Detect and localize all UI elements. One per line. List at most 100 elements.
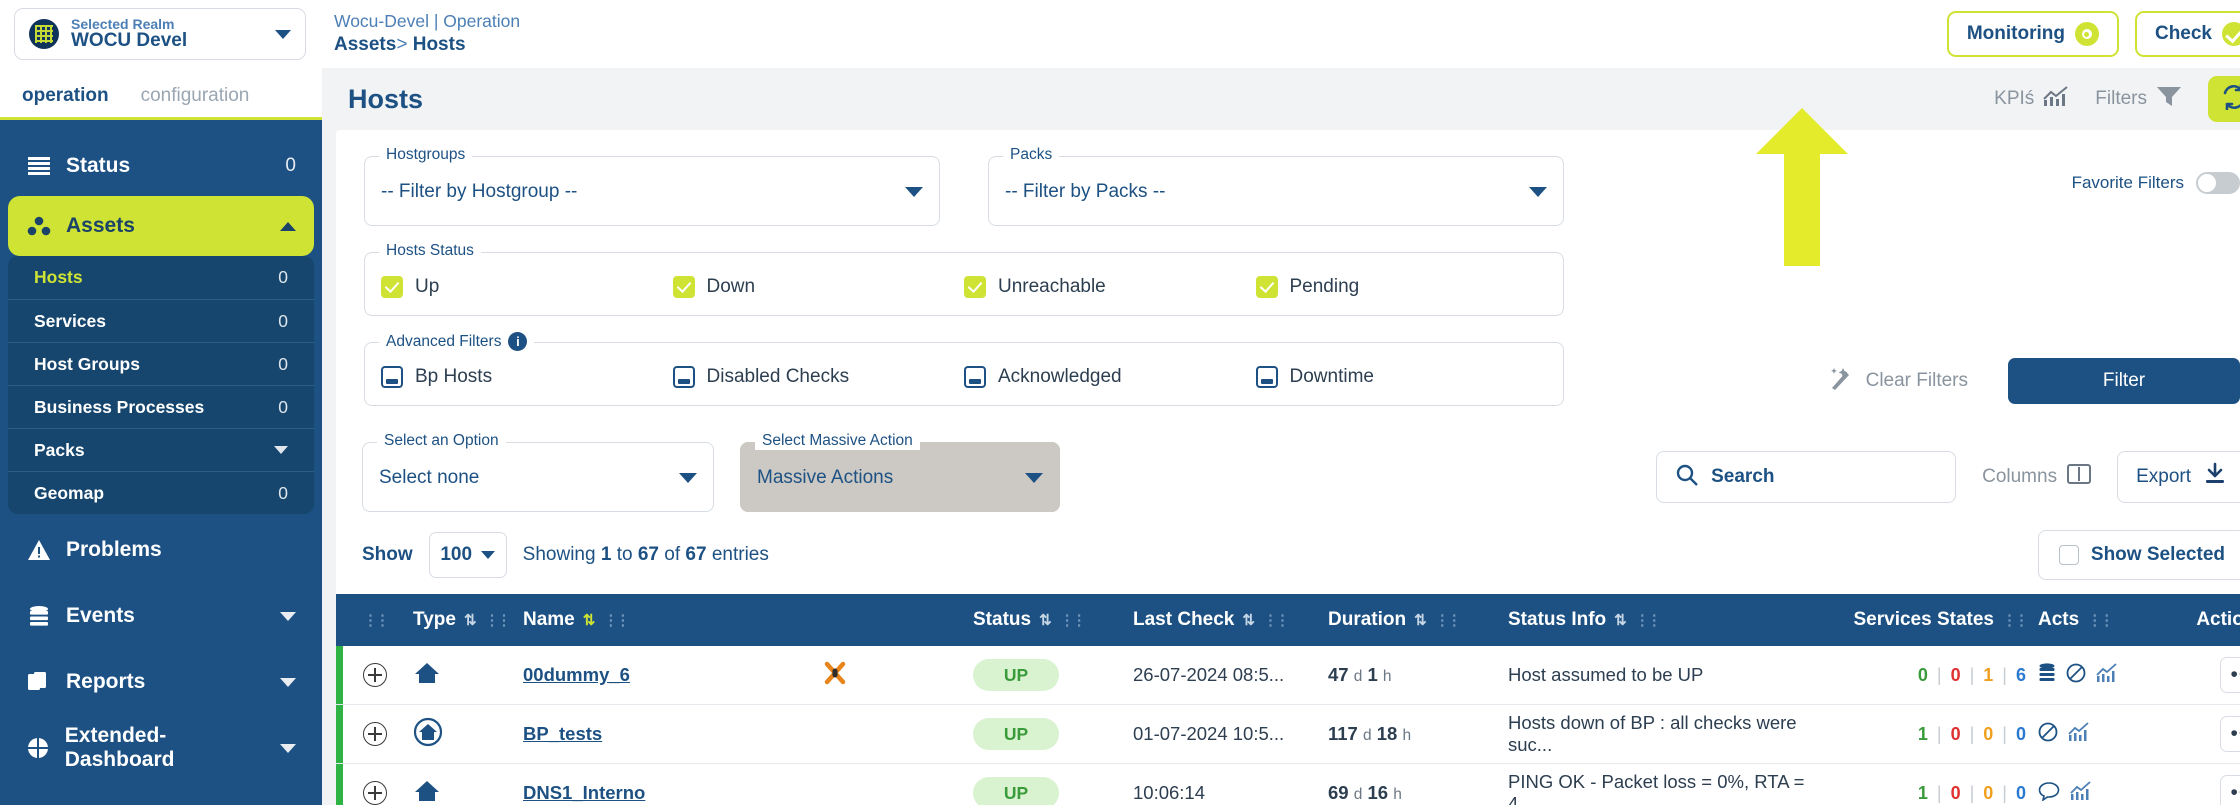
page-size-select[interactable]: 100 [428,532,507,578]
chevron-down-icon[interactable] [481,551,496,559]
sidebar-item-extended-dashboard[interactable]: Extended-Dashboard [8,718,314,778]
check-button[interactable]: Check [2134,11,2240,57]
sidebar-item-packs[interactable]: Packs [8,428,314,471]
sidebar-item-business-processes[interactable]: Business Processes 0 [8,385,314,428]
massive-action-fieldset[interactable]: Select Massive Action Massive Actions [740,432,1060,512]
hostgroups-select[interactable]: -- Filter by Hostgroup -- [381,171,923,213]
checkbox-down[interactable]: Down [672,271,965,303]
refresh-button[interactable] [2208,76,2240,122]
clear-filters-button[interactable]: Clear Filters [1828,366,1968,396]
info-icon[interactable]: i [508,332,528,351]
expand-icon[interactable] [363,663,387,687]
grip-icon[interactable]: ⋮⋮ [485,611,512,629]
filters-toggle[interactable]: Filters [2095,85,2182,113]
sidebar-item-hosts[interactable]: Hosts 0 [8,256,314,299]
column-services-states[interactable]: Services States ⋮⋮ [1832,594,2032,646]
sort-icon[interactable]: ⇅ [1414,611,1427,629]
massive-action-dropdown[interactable]: Massive Actions [757,457,1043,499]
chevron-down-icon[interactable] [280,677,296,687]
chevron-up-icon[interactable] [280,221,296,231]
name-cell[interactable]: 00dummy_6 [517,646,817,705]
comment-icon[interactable] [2038,781,2060,805]
column-name[interactable]: Name ⇅ ⋮⋮ [517,594,817,646]
chevron-down-icon[interactable] [905,187,923,197]
kpis-button[interactable]: KPIś [1994,85,2069,113]
checkbox-downtime[interactable]: Downtime [1255,361,1548,393]
expand-icon[interactable] [363,722,387,746]
checkbox-unreachable[interactable]: Unreachable [964,271,1256,303]
packs-select[interactable]: -- Filter by Packs -- [1005,171,1547,213]
sort-icon-active[interactable]: ⇅ [583,611,596,629]
select-option-dropdown[interactable]: Select none [379,457,697,499]
columns-button[interactable]: Columns [1982,463,2092,491]
checkbox-bp-hosts[interactable]: Bp Hosts [381,361,673,393]
sidebar-item-geomap[interactable]: Geomap 0 [8,471,314,514]
sidebar-item-events[interactable]: Events [8,586,314,646]
expand-cell[interactable] [343,705,407,764]
name-cell[interactable]: DNS1_Interno [517,764,817,805]
tab-operation[interactable]: operation [22,85,109,117]
grip-icon[interactable]: ⋮⋮ [1435,611,1462,629]
export-button[interactable]: Export [2117,451,2240,503]
graph-icon[interactable] [2070,780,2092,805]
grip-icon[interactable]: ⋮⋮ [2087,611,2114,629]
host-link[interactable]: DNS1_Interno [523,782,645,803]
hostgroups-fieldset[interactable]: Hostgroups -- Filter by Hostgroup -- [364,146,940,226]
column-last-check[interactable]: Last Check ⇅ ⋮⋮ [1127,594,1322,646]
chevron-down-icon[interactable] [280,743,296,753]
packs-fieldset[interactable]: Packs -- Filter by Packs -- [988,146,1564,226]
grip-icon[interactable]: ⋮⋮ [603,611,630,629]
sidebar-item-assets[interactable]: Assets [8,196,314,256]
sort-icon[interactable]: ⇅ [1614,611,1627,629]
realm-selector[interactable]: Selected Realm WOCU Devel [14,8,306,60]
host-link[interactable]: 00dummy_6 [523,664,630,685]
chevron-down-icon[interactable] [280,611,296,621]
expand-cell[interactable] [343,764,407,805]
grip-icon[interactable]: ⋮⋮ [1060,611,1087,629]
database-icon[interactable] [2038,662,2056,688]
graph-icon[interactable] [2096,662,2118,688]
column-acts[interactable]: Acts ⋮⋮ [2032,594,2162,646]
host-link[interactable]: BP_tests [523,723,602,744]
no-entry-icon[interactable] [2038,722,2058,747]
table-row[interactable]: DNS1_Interno UP 10:06:14 69 d 16 h PING … [336,763,2240,805]
sidebar-item-host-groups[interactable]: Host Groups 0 [8,342,314,385]
column-type[interactable]: Type ⇅ ⋮⋮ [407,594,517,646]
sort-icon[interactable]: ⇅ [464,611,477,629]
grip-icon[interactable]: ⋮⋮ [363,611,390,629]
column-duration[interactable]: Duration ⇅ ⋮⋮ [1322,594,1502,646]
row-actions-button[interactable]: ••• [2220,657,2240,693]
sidebar-item-services[interactable]: Services 0 [8,299,314,342]
row-actions-button[interactable]: ••• [2220,775,2240,805]
checkbox-up[interactable]: Up [381,271,673,303]
table-row[interactable]: 00dummy_6 UP 26-07-2024 08:5... 47 d 1 h… [336,646,2240,705]
chevron-down-icon[interactable] [1529,187,1547,197]
grip-icon[interactable]: ⋮⋮ [1635,611,1662,629]
chevron-down-icon[interactable] [679,473,697,483]
chevron-down-icon[interactable] [274,446,288,454]
tab-configuration[interactable]: configuration [141,85,250,117]
grip-icon[interactable]: ⋮⋮ [1263,611,1290,629]
chevron-down-icon[interactable] [275,29,291,39]
checkbox-pending[interactable]: Pending [1255,271,1548,303]
show-selected-button[interactable]: Show Selected [2037,530,2240,580]
column-status-info[interactable]: Status Info ⇅ ⋮⋮ [1502,594,1832,646]
chevron-down-icon[interactable] [1025,473,1043,483]
select-option-fieldset[interactable]: Select an Option Select none [362,432,714,512]
sidebar-item-reports[interactable]: Reports [8,652,314,712]
favorite-filters-toggle[interactable] [2196,172,2240,194]
expand-icon[interactable] [363,781,387,805]
filter-button[interactable]: Filter [2008,358,2240,404]
no-entry-icon[interactable] [2066,663,2086,688]
search-input[interactable]: Search [1656,451,1957,503]
checkbox-disabled-checks[interactable]: Disabled Checks [672,361,965,393]
grip-icon[interactable]: ⋮⋮ [2002,611,2029,629]
expand-cell[interactable] [343,646,407,705]
breadcrumb-section[interactable]: Assets [334,34,396,55]
graph-icon[interactable] [2068,721,2090,747]
column-status[interactable]: Status ⇅ ⋮⋮ [967,594,1127,646]
name-cell[interactable]: BP_tests [517,705,817,764]
table-row[interactable]: BP_tests UP 01-07-2024 10:5... 117 d 18 … [336,704,2240,764]
checkbox-acknowledged[interactable]: Acknowledged [964,361,1256,393]
sort-icon[interactable]: ⇅ [1242,611,1255,629]
